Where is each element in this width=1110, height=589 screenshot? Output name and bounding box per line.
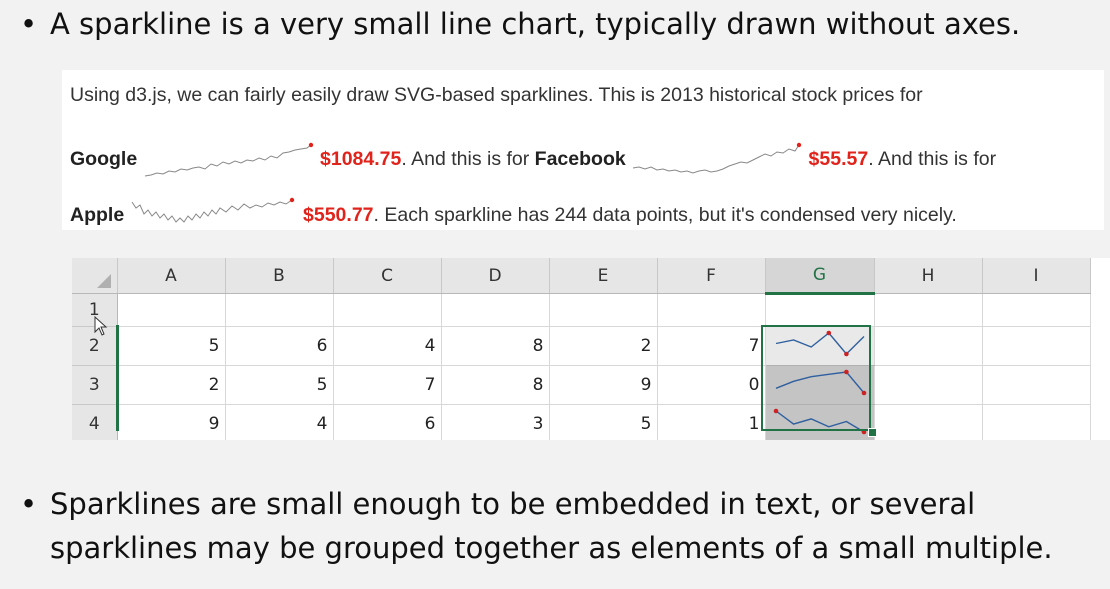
sheet-row: 4 9 4 6 3 5 1 [72,404,1091,440]
cell-a3[interactable]: 2 [117,365,226,405]
cell-e4[interactable]: 5 [549,404,658,440]
cell-b1[interactable] [225,293,334,327]
cell-g2-sparkline[interactable] [765,326,875,366]
apple-price: $550.77 [303,204,374,227]
facebook-label: Facebook [534,148,626,171]
example-connector-text-2: . And this is for [868,148,997,171]
google-sparkline-end-marker [308,142,313,148]
bullet-point-2: • Sparklines are small enough to be embe… [20,482,1100,570]
column-header-d[interactable]: D [441,258,550,294]
row-2-sparkline [775,330,864,357]
cell-c4[interactable]: 6 [333,404,442,440]
sparkline-low-point-marker [861,390,866,396]
cell-d1[interactable] [441,293,550,327]
cell-e2[interactable]: 2 [549,326,658,366]
cell-b2[interactable]: 6 [225,326,334,366]
column-header-i[interactable]: I [982,258,1091,294]
cell-d2[interactable]: 8 [441,326,550,366]
cell-i4[interactable] [982,404,1091,440]
sparkline-line [775,332,864,356]
sparkline-high-point-marker [843,369,849,375]
cell-i3[interactable] [982,365,1091,405]
cell-g3-sparkline[interactable] [765,365,875,405]
cell-b3[interactable]: 5 [225,365,334,405]
example-intro-line: Using d3.js, we can fairly easily draw S… [70,84,923,106]
row-header-3[interactable]: 3 [72,365,118,405]
cell-i2[interactable] [982,326,1091,366]
d3-sparkline-example: Using d3.js, we can fairly easily draw S… [62,70,1104,230]
facebook-price: $55.57 [808,148,869,171]
spreadsheet-grid: A B C D E F G H I 1 2 5 6 4 8 2 7 3 2 5 … [72,258,1091,440]
row-4-sparkline [773,408,866,435]
column-header-f[interactable]: F [657,258,766,294]
cell-a4[interactable]: 9 [117,404,226,440]
cell-e3[interactable]: 9 [549,365,658,405]
cell-f3[interactable]: 0 [657,365,766,405]
column-header-a[interactable]: A [117,258,226,294]
cell-h3[interactable] [874,365,983,405]
column-header-row: A B C D E F G H I [72,258,1091,295]
google-label: Google [70,148,138,171]
column-header-e[interactable]: E [549,258,658,294]
example-closing-text: . Each sparkline has 244 data points, bu… [373,204,957,227]
facebook-sparkline [633,142,802,174]
cell-d3[interactable]: 8 [441,365,550,405]
bullet-text-sparkline-definition: A sparkline is a very small line chart, … [50,7,1021,41]
mouse-cursor-icon [94,316,108,336]
cell-g4-sparkline[interactable] [765,404,875,440]
cell-g1[interactable] [765,293,875,327]
example-line-google-facebook: Google $1084.75. And this is for Faceboo… [70,140,996,180]
fill-handle[interactable] [868,428,877,437]
sheet-row: 3 2 5 7 8 9 0 [72,365,1091,405]
column-header-b[interactable]: B [225,258,334,294]
cell-f1[interactable] [657,293,766,327]
google-price: $1084.75 [320,148,402,171]
apple-sparkline-end-marker [289,197,294,203]
column-header-g[interactable]: G [765,258,875,295]
cell-f4[interactable]: 1 [657,404,766,440]
cell-i1[interactable] [982,293,1091,327]
bullet-marker: • [20,7,38,41]
cell-d4[interactable]: 3 [441,404,550,440]
row-header-4[interactable]: 4 [72,404,118,440]
select-all-corner[interactable] [72,258,118,294]
cell-c2[interactable]: 4 [333,326,442,366]
cell-h2[interactable] [874,326,983,366]
apple-sparkline [131,197,294,223]
bullet-text-sparkline-usage: Sparklines are small enough to be embedd… [50,487,1053,565]
sparkline-low-point-marker [861,429,866,435]
sparkline-high-point-marker [826,330,831,336]
cell-c1[interactable] [333,293,442,327]
cell-f2[interactable]: 7 [657,326,766,366]
row-selection-indicator [116,325,119,431]
cell-e1[interactable] [549,293,658,327]
sheet-row: 1 [72,293,1091,327]
cell-a1[interactable] [117,293,226,327]
cell-h1[interactable] [874,293,983,327]
cell-c3[interactable]: 7 [333,365,442,405]
cell-b4[interactable]: 4 [225,404,334,440]
sparkline-high-point-marker [773,408,778,414]
example-connector-text: . And this is for [401,148,535,171]
facebook-sparkline-end-marker [796,142,802,148]
google-sparkline [144,142,313,177]
sparkline-line [775,410,864,433]
sheet-row: 2 5 6 4 8 2 7 [72,326,1091,366]
sparkline-line [775,371,865,394]
spreadsheet: A B C D E F G H I 1 2 5 6 4 8 2 7 3 2 5 … [72,258,1110,440]
bullet-point-1: • A sparkline is a very small line chart… [20,2,1020,46]
bullet-marker: • [20,487,38,521]
apple-label: Apple [70,204,125,227]
row-3-sparkline [775,369,866,396]
cell-h4[interactable] [874,404,983,440]
column-header-c[interactable]: C [333,258,442,294]
column-header-h[interactable]: H [874,258,983,294]
sparkline-low-point-marker [843,351,849,357]
cell-a2[interactable]: 5 [117,326,226,366]
example-line-apple: Apple $550.77. Each sparkline has 244 da… [70,196,957,236]
